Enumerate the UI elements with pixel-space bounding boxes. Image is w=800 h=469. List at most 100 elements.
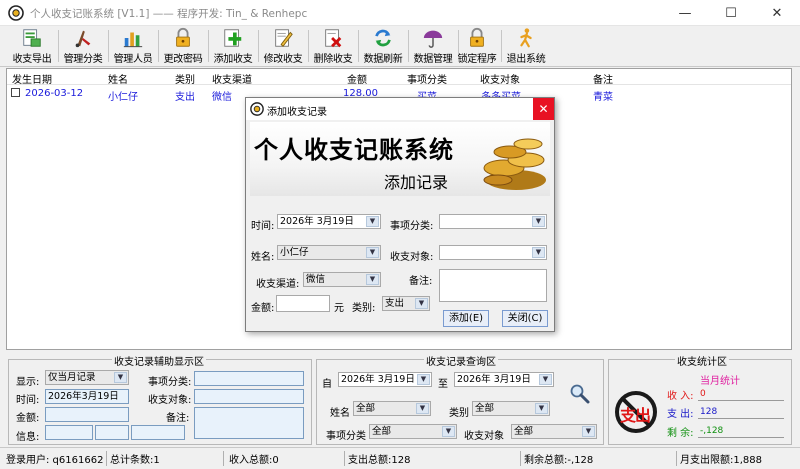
dlg-amount-unit: 元 bbox=[334, 303, 344, 314]
name-select[interactable]: 全部 ▼ bbox=[353, 401, 431, 416]
month-stat-label: 当月统计 bbox=[700, 376, 740, 387]
edit-icon bbox=[275, 29, 293, 47]
expense-stamp: 支出 bbox=[612, 388, 660, 436]
type-value: 全部 bbox=[475, 403, 495, 414]
column-header-date[interactable]: 发生日期 bbox=[12, 71, 52, 86]
dialog-title-bar: 添加收支记录 ✕ bbox=[246, 98, 554, 120]
status-expense-total: 支出总额:128 bbox=[348, 455, 411, 466]
data-manage-button[interactable]: 数据管理 bbox=[410, 27, 456, 65]
toolbar: 收支导出 管理分类 管理人员 更改密码 添加收支 修改收支 删除收支 数据刷新 … bbox=[0, 26, 800, 67]
list-header: 发生日期 姓名 类别 收支渠道 金额 事项分类 收支对象 备注 bbox=[7, 69, 791, 86]
status-month-limit: 月支出限额:1,888 bbox=[680, 455, 762, 466]
chevron-down-icon: ▼ bbox=[114, 372, 127, 383]
stats-group-title: 收支统计区 bbox=[675, 353, 729, 368]
banner-subtitle: 添加记录 bbox=[384, 173, 449, 192]
category-label: 事项分类 bbox=[326, 431, 366, 442]
stamp-text: 支出 bbox=[620, 406, 651, 425]
chevron-down-icon: ▼ bbox=[415, 298, 428, 309]
dialog-close-icon[interactable]: ✕ bbox=[533, 98, 554, 120]
status-separator bbox=[223, 451, 224, 466]
dlg-close-button[interactable]: 关闭(C) bbox=[502, 310, 548, 327]
add-icon bbox=[224, 29, 242, 47]
income-value: 0 bbox=[700, 389, 706, 399]
toolbar-separator bbox=[208, 30, 209, 62]
chevron-down-icon: ▼ bbox=[366, 247, 379, 258]
app-icon bbox=[250, 102, 264, 116]
from-date-picker[interactable]: 2026年 3月19日 ▼ bbox=[338, 372, 432, 387]
lock-program-button[interactable]: 锁定程序 bbox=[454, 27, 500, 65]
column-header-object[interactable]: 收支对象 bbox=[480, 71, 520, 86]
toolbar-separator bbox=[408, 30, 409, 62]
show-label: 显示: bbox=[16, 377, 40, 388]
dlg-name-select[interactable]: 小仁仔 ▼ bbox=[277, 245, 381, 260]
delete-icon bbox=[325, 29, 342, 48]
column-header-category[interactable]: 事项分类 bbox=[407, 71, 447, 86]
manage-category-button[interactable]: 管理分类 bbox=[60, 27, 106, 65]
status-balance-total: 剩余总额:-,128 bbox=[524, 455, 594, 466]
show-select[interactable]: 仅当月记录 ▼ bbox=[45, 370, 129, 385]
dlg-type-select[interactable]: 支出 ▼ bbox=[382, 296, 430, 311]
maximize-button[interactable]: ☐ bbox=[708, 0, 754, 26]
amount-display bbox=[45, 407, 129, 422]
status-separator bbox=[106, 451, 107, 466]
toolbar-label: 管理分类 bbox=[63, 54, 103, 65]
dlg-amount-input[interactable] bbox=[276, 295, 330, 312]
dlg-object-label: 收支对象: bbox=[390, 252, 434, 263]
minimize-button[interactable]: — bbox=[662, 0, 708, 26]
cell-date: 2026-03-12 bbox=[25, 88, 84, 99]
column-header-note[interactable]: 备注 bbox=[593, 71, 613, 86]
column-header-amount[interactable]: 金额 bbox=[347, 71, 367, 86]
status-separator bbox=[520, 451, 521, 466]
dlg-object-select[interactable]: ▼ bbox=[439, 245, 547, 260]
balance-value: -,128 bbox=[700, 426, 724, 436]
change-password-button[interactable]: 更改密码 bbox=[160, 27, 206, 65]
dlg-channel-value: 微信 bbox=[306, 274, 326, 285]
export-icon bbox=[23, 29, 41, 47]
object-value: 全部 bbox=[514, 426, 534, 437]
dlg-note-input[interactable] bbox=[439, 269, 547, 302]
object-select[interactable]: 全部 ▼ bbox=[511, 424, 597, 439]
export-button[interactable]: 收支导出 bbox=[9, 27, 55, 65]
dlg-channel-select[interactable]: 微信 ▼ bbox=[303, 272, 381, 287]
column-header-channel[interactable]: 收支渠道 bbox=[212, 71, 252, 86]
note-label: 备注: bbox=[166, 413, 190, 424]
category-label: 事项分类: bbox=[148, 377, 192, 388]
manage-people-button[interactable]: 管理人员 bbox=[110, 27, 156, 65]
name-label: 姓名 bbox=[330, 408, 350, 419]
edit-record-button[interactable]: 修改收支 bbox=[260, 27, 306, 65]
chevron-down-icon: ▼ bbox=[532, 216, 545, 227]
dlg-time-picker[interactable]: 2026年 3月19日 ▼ bbox=[277, 214, 381, 229]
delete-record-button[interactable]: 删除收支 bbox=[310, 27, 356, 65]
object-display bbox=[194, 389, 304, 404]
row-checkbox[interactable] bbox=[11, 88, 20, 97]
expense-underline bbox=[698, 418, 784, 419]
toolbar-separator bbox=[501, 30, 502, 62]
status-income-total: 收入总额:0 bbox=[229, 455, 279, 466]
column-header-name[interactable]: 姓名 bbox=[108, 71, 128, 86]
search-icon[interactable] bbox=[569, 383, 591, 405]
exit-button[interactable]: 退出系统 bbox=[503, 27, 549, 65]
app-icon bbox=[8, 5, 24, 21]
status-separator bbox=[344, 451, 345, 466]
chevron-down-icon: ▼ bbox=[532, 247, 545, 258]
dlg-add-button[interactable]: 添加(E) bbox=[443, 310, 489, 327]
to-date-picker[interactable]: 2026年 3月19日 ▼ bbox=[454, 372, 554, 387]
info-display-3 bbox=[131, 425, 185, 440]
column-header-type[interactable]: 类别 bbox=[175, 71, 195, 86]
time-display: 2026年3月19日 bbox=[45, 389, 129, 404]
dialog-banner: 个人收支记账系统 添加记录 bbox=[250, 122, 550, 196]
toolbar-separator bbox=[158, 30, 159, 62]
name-value: 全部 bbox=[356, 403, 376, 414]
add-record-button[interactable]: 添加收支 bbox=[210, 27, 256, 65]
dlg-name-value: 小仁仔 bbox=[280, 247, 309, 258]
chevron-down-icon: ▼ bbox=[582, 426, 595, 437]
object-label: 收支对象: bbox=[148, 395, 192, 406]
dlg-category-select[interactable]: ▼ bbox=[439, 214, 547, 229]
close-window-button[interactable]: ✕ bbox=[754, 0, 800, 26]
refresh-button[interactable]: 数据刷新 bbox=[360, 27, 406, 65]
type-select[interactable]: 全部 ▼ bbox=[472, 401, 550, 416]
category-select[interactable]: 全部 ▼ bbox=[369, 424, 457, 439]
calendar-dropdown-icon: ▼ bbox=[417, 374, 430, 385]
dlg-time-label: 时间: bbox=[251, 221, 275, 232]
add-record-dialog: 添加收支记录 ✕ 个人收支记账系统 添加记录 时间: 2026年 3月19日 ▼ … bbox=[245, 97, 555, 332]
